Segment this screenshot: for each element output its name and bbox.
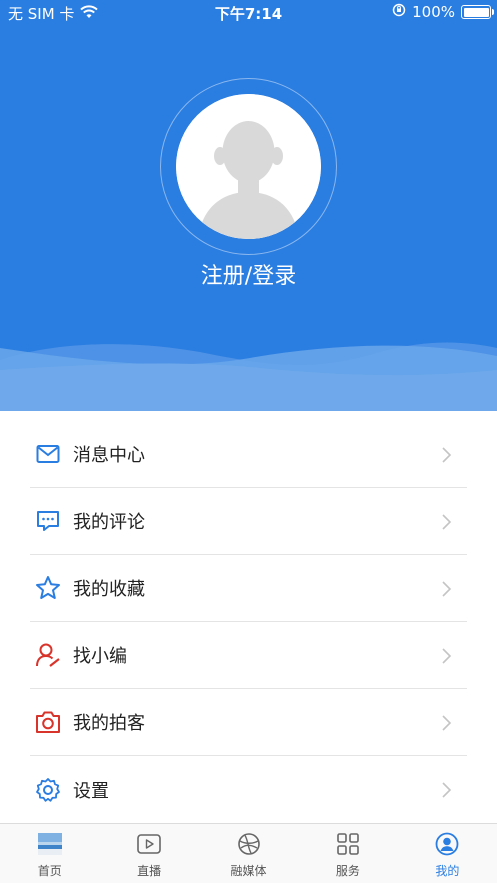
- comment-icon: [35, 508, 61, 534]
- tab-label: 融媒体: [230, 864, 267, 878]
- chevron-right-icon: [442, 648, 452, 664]
- star-icon: [35, 575, 61, 601]
- profile-menu: 消息中心 我的评论 我的收藏 找小编 我的拍客 设置: [0, 421, 497, 823]
- wave-decoration: [0, 342, 497, 411]
- menu-item-label: 设置: [73, 780, 109, 802]
- tab-live[interactable]: 直播: [99, 824, 198, 883]
- status-bar: 无 SIM 卡 下午7:14 100%: [0, 0, 497, 26]
- chevron-right-icon: [442, 782, 452, 798]
- menu-item-settings[interactable]: 设置: [30, 756, 467, 823]
- settings-icon: [35, 777, 61, 803]
- menu-item-label: 我的收藏: [73, 579, 145, 600]
- menu-item-label: 我的评论: [73, 512, 145, 533]
- home-thumbnail-icon: [37, 832, 62, 856]
- menu-item-messages[interactable]: 消息中心: [30, 421, 467, 488]
- menu-item-label: 我的拍客: [73, 713, 145, 734]
- menu-item-favorites[interactable]: 我的收藏: [30, 555, 467, 622]
- play-icon: [137, 832, 161, 856]
- tab-bar: 首页 直播 融媒体 服务 我的: [0, 823, 497, 883]
- menu-item-find-editor[interactable]: 找小编: [30, 622, 467, 689]
- grid-icon: [336, 832, 360, 856]
- tab-mine[interactable]: 我的: [398, 824, 497, 883]
- menu-item-comments[interactable]: 我的评论: [30, 488, 467, 555]
- login-register-link[interactable]: 注册/登录: [0, 258, 497, 290]
- editor-icon: [35, 642, 61, 668]
- tab-label: 服务: [335, 864, 360, 878]
- tab-label: 直播: [137, 864, 162, 878]
- chevron-right-icon: [442, 514, 452, 530]
- orientation-lock-icon: [392, 3, 406, 21]
- tab-home[interactable]: 首页: [0, 824, 99, 883]
- menu-item-label: 消息中心: [73, 445, 145, 466]
- chevron-right-icon: [442, 447, 452, 463]
- media-globe-icon: [237, 832, 261, 856]
- tab-label: 我的: [435, 864, 460, 878]
- profile-header: 无 SIM 卡 下午7:14 100% 注册/登录: [0, 0, 497, 411]
- tab-services[interactable]: 服务: [298, 824, 397, 883]
- tab-label: 首页: [37, 864, 62, 878]
- battery-percent: 100%: [412, 3, 455, 21]
- menu-item-label: 找小编: [73, 646, 127, 667]
- profile-icon: [435, 832, 459, 856]
- chevron-right-icon: [442, 715, 452, 731]
- camera-icon: [35, 709, 61, 735]
- chevron-right-icon: [442, 581, 452, 597]
- mail-icon: [35, 441, 61, 467]
- menu-item-my-shots[interactable]: 我的拍客: [30, 689, 467, 756]
- tab-media[interactable]: 融媒体: [199, 824, 298, 883]
- avatar[interactable]: [176, 94, 321, 239]
- battery-icon: [461, 5, 494, 19]
